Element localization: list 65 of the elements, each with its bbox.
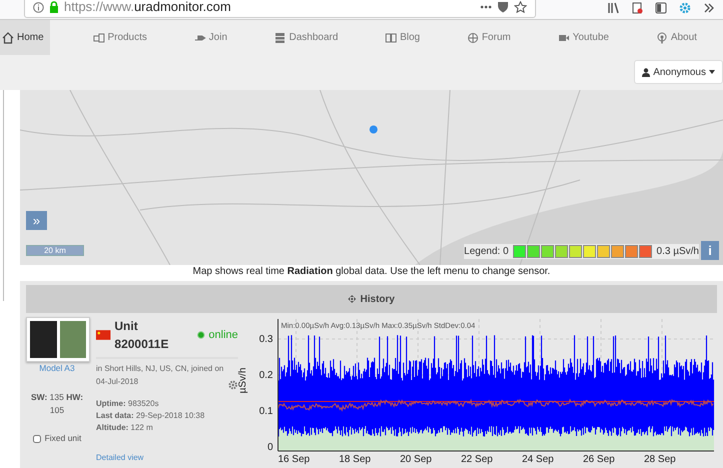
- info-button[interactable]: i: [701, 241, 719, 260]
- expand-button[interactable]: »: [26, 211, 47, 230]
- fixed-unit-checkbox[interactable]: [32, 434, 41, 443]
- user-icon: [642, 68, 650, 76]
- nav-tab[interactable]: Join: [190, 20, 232, 55]
- document-icon[interactable]: [632, 2, 643, 14]
- star-icon[interactable]: [514, 1, 527, 13]
- server-icon: [274, 32, 286, 44]
- user-menu[interactable]: Anonymous: [634, 60, 723, 84]
- y-tick-label: 0.2: [259, 369, 273, 383]
- globe-icon: [466, 32, 479, 44]
- location-text: in Short Hills, NJ, US, CN, joined on 04-Jul-2018: [96, 363, 225, 388]
- nav-tab[interactable]: About: [652, 20, 701, 55]
- lock-icon: [49, 1, 59, 13]
- move-icon: [348, 295, 356, 303]
- detail-text: Uptime: 983520s: [96, 398, 160, 410]
- url-text: https://www.uradmonitor.com: [64, 0, 231, 16]
- x-tick-label: 28 Sep: [644, 453, 676, 467]
- y-tick-label: 0: [267, 441, 273, 455]
- detailed-view-link[interactable]: Detailed view: [96, 452, 144, 464]
- fixed-unit-label: Fixed unit: [44, 432, 82, 445]
- scale-bar: 20 km: [26, 245, 84, 256]
- detail-text: Altitude: 122 m: [96, 422, 154, 434]
- x-tick-label: 18 Sep: [339, 453, 371, 467]
- gear-icon[interactable]: [679, 2, 691, 14]
- unit-name: Unit 8200011E: [114, 318, 170, 353]
- version-text: SW: 135 HW: 105: [30, 390, 84, 416]
- detail-text: Last data: 29-Sep-2018 10:38: [96, 410, 206, 422]
- legend-max-label: 0.3 µSv/h: [656, 245, 699, 259]
- url-field[interactable]: https://www.uradmonitor.com: [24, 0, 536, 18]
- overflow-icon[interactable]: [703, 2, 715, 14]
- history-title: History: [360, 292, 395, 306]
- sidebar-icon[interactable]: [655, 2, 667, 14]
- podcast-icon: [656, 32, 668, 44]
- y-tick-label: 0.3: [259, 333, 273, 347]
- devices-icon: [92, 32, 105, 44]
- shield-icon[interactable]: [497, 1, 509, 13]
- flag-icon: [96, 330, 111, 340]
- caret-icon: [709, 70, 715, 74]
- device-photo-placeholder: [26, 317, 90, 362]
- book-icon: [384, 32, 397, 44]
- location-dot-icon[interactable]: [369, 125, 378, 134]
- info-icon: [33, 2, 44, 12]
- x-tick-label: 26 Sep: [583, 453, 615, 467]
- x-tick-label: 20 Sep: [400, 453, 432, 467]
- nav-tab[interactable]: Dashboard: [270, 20, 342, 55]
- settings-icon[interactable]: [228, 380, 238, 390]
- y-tick-label: 0.1: [259, 405, 273, 419]
- map-placeholder[interactable]: » 20 km Legend: 0 0.3 µSv/h i: [20, 90, 723, 265]
- x-tick-label: 16 Sep: [278, 453, 310, 467]
- model-link[interactable]: Model A3: [26, 362, 88, 375]
- nav-tab[interactable]: Blog: [380, 20, 424, 55]
- x-tick-label: 22 Sep: [461, 453, 493, 467]
- nav-tab[interactable]: Forum: [462, 20, 515, 55]
- nav-tab[interactable]: Youtube: [554, 20, 613, 55]
- x-tick-label: 24 Sep: [522, 453, 554, 467]
- legend-label: Legend: 0: [464, 245, 509, 259]
- library-icon[interactable]: [608, 2, 620, 14]
- y-axis-label: µSv/h: [236, 368, 250, 394]
- status-text: online: [208, 328, 238, 343]
- map-caption: Map shows real time Radiation global data. Use the left menu to change sensor.: [192, 265, 552, 279]
- nav-tab[interactable]: Products: [88, 20, 152, 55]
- home-icon: [2, 32, 14, 44]
- nav-tab[interactable]: Home: [0, 20, 50, 55]
- more-icon[interactable]: [480, 5, 492, 9]
